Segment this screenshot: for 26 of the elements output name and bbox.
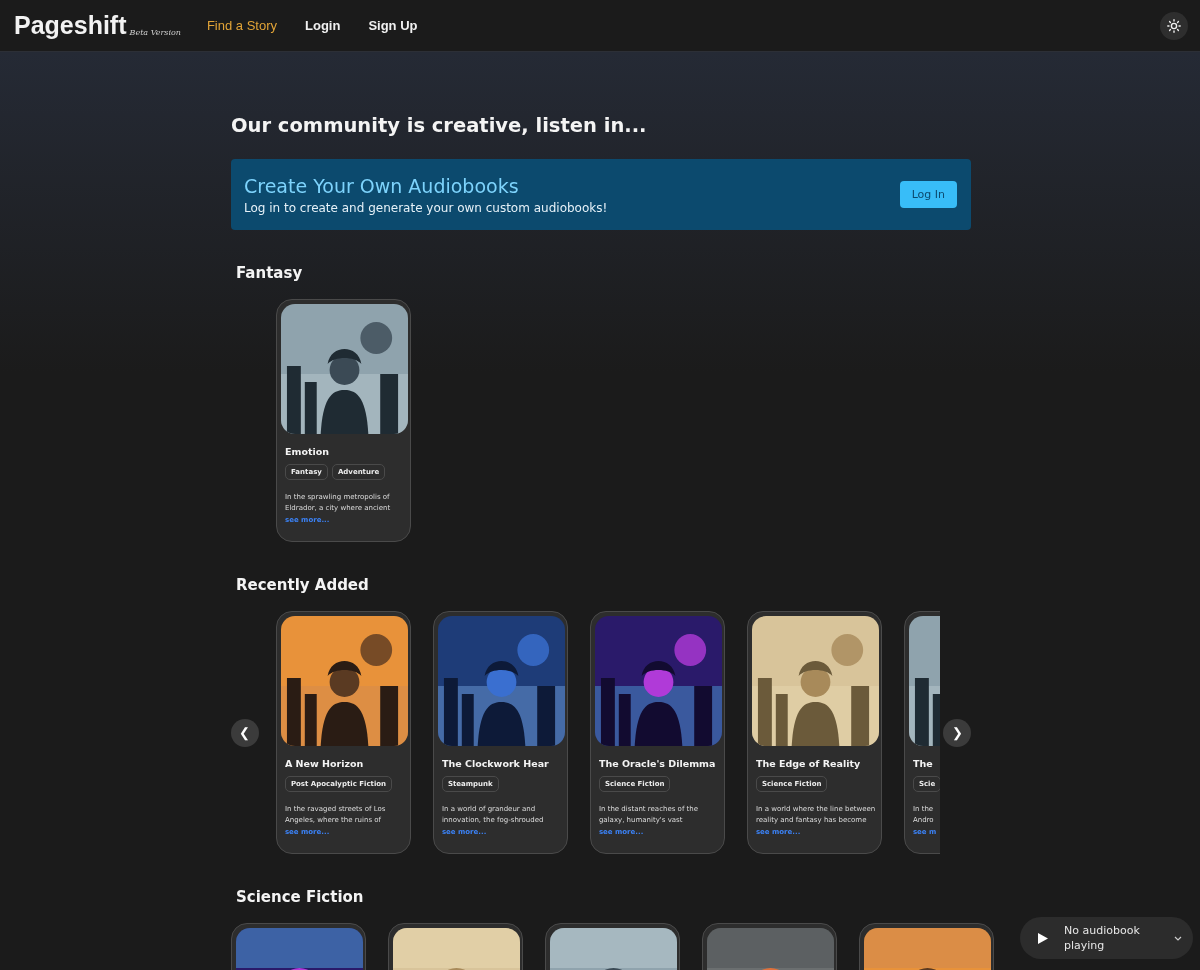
nav-link[interactable]: Find a Story <box>206 18 277 33</box>
play-button[interactable] <box>1038 932 1048 944</box>
story-title: The <box>912 758 934 769</box>
beta-label: Beta Version <box>129 28 181 37</box>
page-heading: Our community is creative, listen in... <box>231 114 648 137</box>
player-status: No audiobook playing <box>1064 923 1141 953</box>
nav-link[interactable]: Sign Up <box>368 18 418 33</box>
story-title: The Clockwork Hear <box>441 758 550 769</box>
nav-link[interactable]: Login <box>305 18 341 33</box>
play-icon <box>1038 932 1048 944</box>
story-title: The Oracle's Dilemma <box>598 758 717 769</box>
story-title: The Edge of Reality <box>755 758 862 769</box>
section-title: Fantasy <box>236 264 304 282</box>
banner-title: Create Your Own Audiobooks <box>244 174 520 197</box>
previous-button[interactable]: ❮ <box>231 718 259 747</box>
sun-icon <box>1167 18 1181 33</box>
banner-text: Log in to create and generate your own custom audiobooks! <box>244 200 609 215</box>
story-title: Emotion <box>285 446 330 457</box>
section-title: Recently Added <box>236 576 370 594</box>
log-in-button[interactable]: Log In <box>899 181 957 208</box>
story-title: A New Horizon <box>284 758 365 769</box>
theme-toggle-button[interactable] <box>1160 11 1188 40</box>
next-button[interactable]: ❯ <box>943 718 971 747</box>
section-title: Science Fiction <box>236 888 365 906</box>
chevron-down-icon[interactable] <box>1174 935 1182 941</box>
logo[interactable]: Pageshift <box>14 11 127 40</box>
